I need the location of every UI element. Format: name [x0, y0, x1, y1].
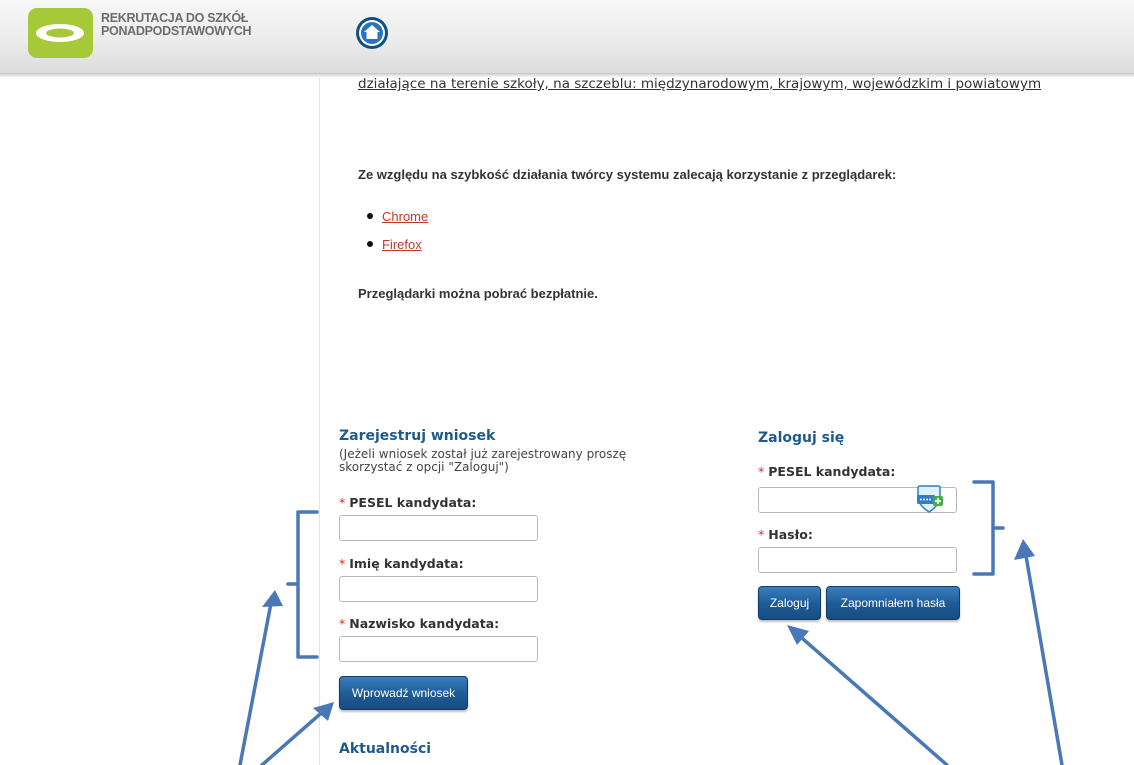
arrow-head [313, 702, 334, 721]
browser-list: Chrome Firefox [367, 206, 428, 262]
chrome-link[interactable]: Chrome [382, 209, 428, 224]
register-title: Zarejestruj wniosek [339, 428, 496, 444]
arrow-head [787, 625, 809, 645]
login-password-input[interactable] [758, 547, 957, 573]
forgot-password-button[interactable]: Zapomniałem hasła [826, 586, 960, 620]
submit-application-button[interactable]: Wprowadź wniosek [339, 676, 468, 710]
login-password-label-text: Hasło: [768, 527, 813, 542]
logo[interactable] [28, 8, 93, 58]
register-surname-label: * Nazwisko kandydata: [339, 616, 499, 631]
free-download-text: Przeglądarki można pobrać bezpłatnie. [358, 286, 598, 301]
arrow-to-register-fields [238, 596, 274, 765]
list-item: Chrome [367, 206, 428, 234]
browser-recommendation: Ze względu na szybkość działania twórcy … [358, 167, 897, 182]
bullet-icon [367, 213, 373, 219]
arrow-to-login-button [793, 630, 949, 765]
organizations-text[interactable]: działające na terenie szkoły, na szczebl… [358, 76, 1041, 92]
bullet-icon [367, 241, 373, 247]
register-pesel-input[interactable] [339, 515, 538, 541]
required-marker: * [339, 616, 346, 631]
arrow-head [1014, 539, 1035, 560]
login-bracket [972, 480, 995, 576]
register-surname-label-text: Nazwisko kandydata: [349, 616, 500, 631]
password-manager-icon[interactable] [914, 485, 944, 515]
logo-line-2: PONADPODSTAWOWYCH [101, 24, 252, 38]
login-password-label: * Hasło: [758, 527, 813, 542]
register-name-label-text: Imię kandydata: [349, 556, 464, 571]
required-marker: * [339, 556, 346, 571]
register-bracket [296, 510, 319, 659]
column-divider [319, 78, 320, 765]
top-header: REKRUTACJA DO SZKÓŁ PONADPODSTAWOWYCH [0, 0, 1134, 74]
news-title: Aktualności [339, 741, 432, 757]
login-pesel-label: * PESEL kandydata: [758, 464, 895, 479]
register-surname-input[interactable] [339, 636, 538, 662]
list-item: Firefox [367, 234, 428, 262]
firefox-link[interactable]: Firefox [382, 237, 422, 252]
home-icon[interactable] [355, 16, 389, 50]
arrow-to-login-fields [1023, 548, 1064, 765]
register-name-input[interactable] [339, 576, 538, 602]
required-marker: * [758, 464, 765, 479]
login-title: Zaloguj się [758, 430, 845, 446]
logo-text: REKRUTACJA DO SZKÓŁ PONADPODSTAWOWYCH [101, 12, 301, 38]
register-pesel-label: * PESEL kandydata: [339, 495, 476, 510]
login-button[interactable]: Zaloguj [758, 586, 821, 620]
annotation-overlay [238, 480, 1064, 765]
required-marker: * [758, 527, 765, 542]
arrow-to-submit-button [260, 706, 329, 765]
register-name-label: * Imię kandydata: [339, 556, 464, 571]
required-marker: * [339, 495, 346, 510]
register-hint: (Jeżeli wniosek został już zarejestrowan… [339, 447, 627, 474]
register-pesel-label-text: PESEL kandydata: [349, 495, 477, 510]
arrow-head [262, 590, 283, 607]
login-pesel-label-text: PESEL kandydata: [768, 464, 896, 479]
